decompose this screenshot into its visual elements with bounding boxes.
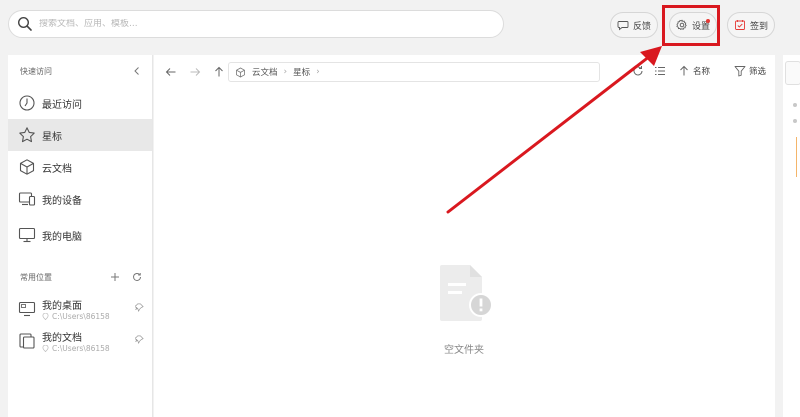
desktop-icon bbox=[18, 301, 36, 317]
sidebar-item-label: 我的电脑 bbox=[42, 231, 82, 243]
forward-button[interactable] bbox=[184, 61, 206, 83]
breadcrumb-item[interactable]: 星标 bbox=[293, 66, 310, 78]
filter-icon bbox=[734, 66, 746, 77]
documents-folder-icon bbox=[19, 333, 35, 349]
arrow-right-icon bbox=[190, 68, 201, 76]
sort-up-icon bbox=[680, 65, 688, 76]
sort-label: 名称 bbox=[693, 67, 711, 77]
calendar-check-icon bbox=[735, 20, 745, 30]
monitor-icon bbox=[18, 227, 36, 243]
back-button[interactable] bbox=[160, 61, 182, 83]
sidebar-item-cloud-docs[interactable]: 云文档 bbox=[8, 151, 152, 183]
sidebar: 快速访问 最近访问 星标 云文档 我的设备 我的电脑 常用位置 我的桌面 C:\… bbox=[8, 55, 153, 417]
breadcrumb-separator: › bbox=[283, 67, 288, 77]
arrow-up-icon bbox=[215, 66, 223, 77]
refresh-button[interactable] bbox=[632, 65, 644, 77]
quick-access-header: 快速访问 bbox=[8, 55, 152, 87]
location-pin-icon bbox=[42, 345, 49, 352]
place-path: C:\Users\86158 bbox=[52, 344, 110, 353]
refresh-icon[interactable] bbox=[132, 272, 142, 282]
sidebar-item-starred[interactable]: 星标 bbox=[8, 119, 152, 151]
checkin-label: 签到 bbox=[749, 21, 768, 32]
place-name: 我的文档 bbox=[42, 333, 82, 344]
sidebar-item-label: 我的设备 bbox=[42, 195, 82, 207]
sidebar-item-recent[interactable]: 最近访问 bbox=[8, 87, 152, 119]
cube-icon bbox=[236, 67, 245, 77]
empty-folder-label: 空文件夹 bbox=[444, 345, 484, 356]
sidebar-item-my-computer[interactable]: 我的电脑 bbox=[8, 219, 152, 251]
add-icon[interactable] bbox=[110, 272, 120, 282]
empty-file-warning-icon bbox=[440, 265, 493, 321]
chat-bubble-icon bbox=[617, 21, 629, 31]
search-input[interactable] bbox=[39, 19, 479, 29]
place-item-desktop[interactable]: 我的桌面 C:\Users\86158 bbox=[8, 293, 152, 325]
place-item-documents[interactable]: 我的文档 C:\Users\86158 bbox=[8, 325, 152, 357]
location-pin-icon bbox=[42, 313, 49, 320]
sort-button[interactable]: 名称 bbox=[678, 65, 710, 77]
arrow-left-icon bbox=[165, 68, 176, 76]
refresh-icon bbox=[633, 66, 643, 76]
star-icon bbox=[19, 127, 35, 143]
side-panel-dot bbox=[793, 119, 797, 123]
list-view-icon bbox=[655, 67, 665, 75]
right-panel bbox=[783, 55, 800, 417]
pin-icon[interactable] bbox=[135, 335, 144, 344]
sidebar-item-devices[interactable]: 我的设备 bbox=[8, 183, 152, 215]
highlight-box bbox=[662, 5, 720, 46]
pin-icon[interactable] bbox=[135, 303, 144, 312]
list-view-button[interactable] bbox=[654, 65, 666, 77]
place-path: C:\Users\86158 bbox=[52, 312, 110, 321]
sidebar-item-label: 云文档 bbox=[42, 163, 72, 175]
main-panel: 云文档 › 星标 › 名称 筛选 空文件夹 bbox=[154, 55, 775, 417]
breadcrumb-separator: › bbox=[316, 67, 320, 77]
place-name: 我的桌面 bbox=[42, 301, 82, 312]
devices-icon bbox=[18, 192, 36, 206]
sidebar-item-label: 星标 bbox=[42, 131, 62, 143]
sidebar-item-label: 最近访问 bbox=[42, 99, 82, 111]
quick-access-title: 快速访问 bbox=[20, 66, 52, 76]
up-button[interactable] bbox=[208, 61, 230, 83]
cube-icon bbox=[19, 159, 35, 175]
side-panel-button[interactable] bbox=[785, 61, 800, 85]
search-icon bbox=[17, 16, 32, 31]
clock-icon bbox=[19, 95, 35, 111]
collapse-chevron-icon[interactable] bbox=[132, 66, 142, 76]
checkin-button[interactable]: 签到 bbox=[727, 12, 775, 38]
feedback-button[interactable]: 反馈 bbox=[610, 12, 658, 38]
feedback-label: 反馈 bbox=[632, 21, 651, 32]
breadcrumb[interactable]: 云文档 › 星标 › bbox=[228, 62, 600, 82]
side-panel-dot bbox=[793, 103, 797, 107]
empty-state: 空文件夹 bbox=[424, 261, 504, 356]
side-panel-accent bbox=[796, 137, 800, 177]
common-places-header: 常用位置 bbox=[8, 261, 152, 293]
filter-button[interactable]: 筛选 bbox=[734, 65, 766, 77]
breadcrumb-item[interactable]: 云文档 bbox=[252, 66, 278, 78]
filter-label: 筛选 bbox=[749, 67, 767, 77]
search-box[interactable] bbox=[8, 10, 504, 38]
common-places-title: 常用位置 bbox=[20, 272, 52, 282]
